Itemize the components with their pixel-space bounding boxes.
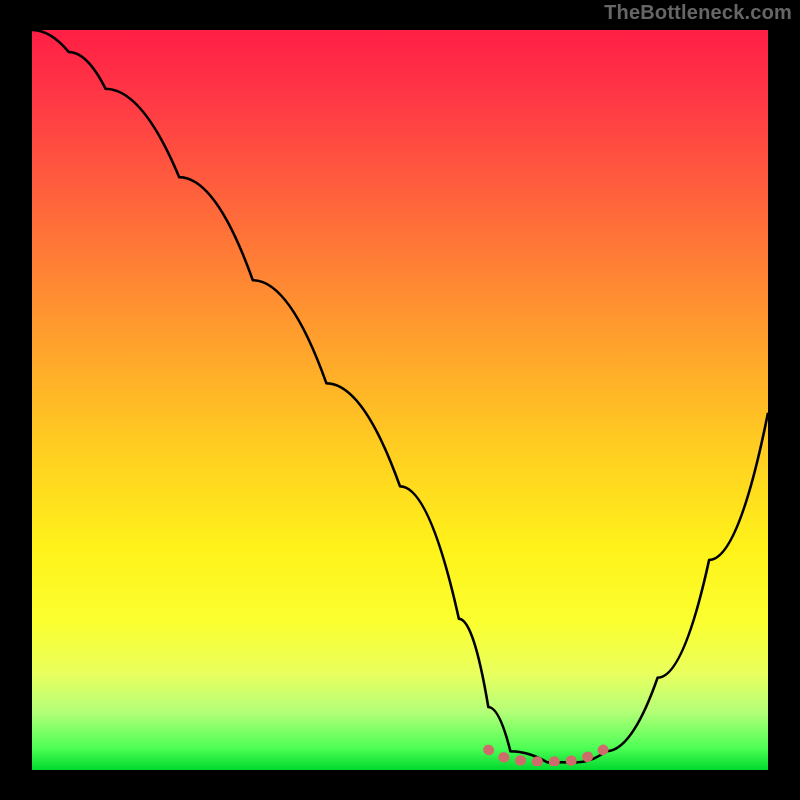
optimal-marker	[488, 748, 606, 761]
plot-area	[32, 30, 768, 770]
watermark-text: TheBottleneck.com	[604, 2, 792, 25]
curve-layer	[32, 30, 768, 766]
bottleneck-curve	[32, 30, 768, 762]
chart-frame: TheBottleneck.com	[0, 0, 800, 800]
